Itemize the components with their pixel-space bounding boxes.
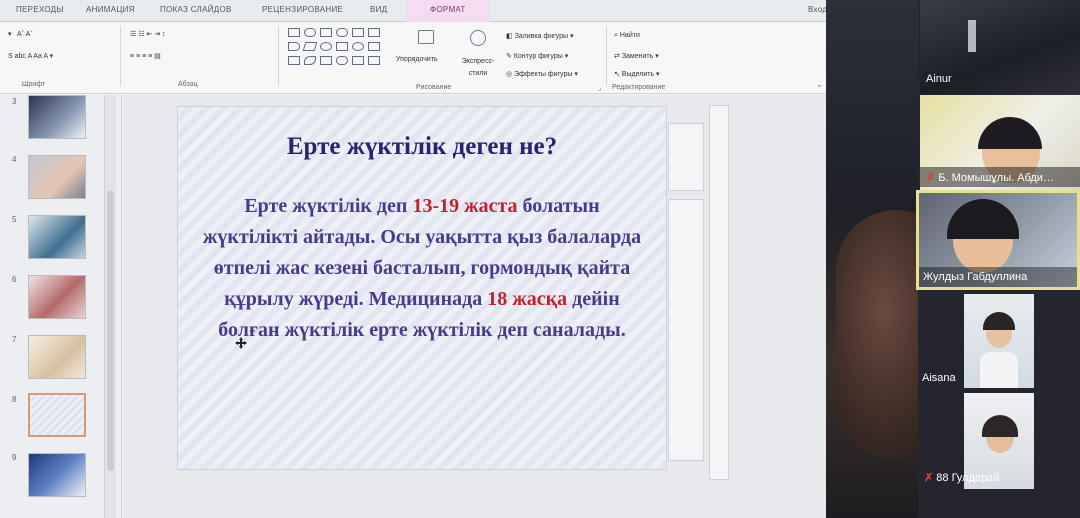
express-styles-icon — [470, 30, 486, 46]
slide-thumbnail[interactable] — [28, 453, 86, 497]
arrange-button[interactable]: Упорядочить — [396, 56, 438, 63]
font-size-box[interactable]: ▾ Aˆ Aˇ — [8, 30, 33, 38]
divider — [278, 26, 279, 86]
participant-name: Aisana — [922, 372, 956, 384]
replace-icon: ⇄ — [614, 53, 622, 60]
powerpoint-window: ПЕРЕХОДЫ АНИМАЦИЯ ПОКАЗ СЛАЙДОВ РЕЦЕНЗИР… — [0, 0, 840, 518]
divider — [606, 26, 607, 86]
shape-fill-button[interactable]: ◧ Заливка фигуры ▾ — [506, 32, 574, 40]
slide-number: 3 — [12, 97, 17, 106]
participant-hair — [947, 199, 1019, 239]
placeholder-box — [668, 199, 704, 461]
paint-bucket-icon: ◧ — [506, 33, 515, 40]
placeholder-box — [709, 105, 729, 480]
participant-name-row: ✗ 88 Гулдерай — [924, 472, 1000, 484]
video-call-panel: Ainur ✗ Б. Момышұлы. Абди… Жулдыз Габдул… — [916, 0, 1080, 518]
pencil-icon: ✎ — [506, 53, 514, 60]
window-light — [968, 20, 976, 52]
tab-review[interactable]: РЕЦЕНЗИРОВАНИЕ — [262, 5, 343, 14]
express-styles-button[interactable]: Экспресс-стили — [458, 56, 498, 80]
mic-off-icon: ✗ — [926, 172, 939, 184]
ribbon: ▾ Aˆ Aˇ S abc A Aa A ▾ Шрифт ☰ ☷ ⇤ ⇥ ↕ ≡… — [0, 22, 840, 94]
slide-thumbnail[interactable] — [28, 215, 86, 259]
slide-thumbnail[interactable] — [28, 95, 86, 139]
group-paragraph-label: Абзац — [178, 81, 198, 88]
shape-outline-button[interactable]: ✎ Контур фигуры ▾ — [506, 52, 568, 60]
placeholder-box — [668, 123, 704, 191]
participant-shirt — [980, 352, 1018, 388]
effects-icon: ◎ — [506, 71, 515, 78]
cursor-icon: ↖ — [614, 71, 622, 78]
tab-transitions[interactable]: ПЕРЕХОДЫ — [16, 5, 64, 14]
slide-number: 4 — [12, 155, 17, 164]
slide-number: 6 — [12, 275, 17, 284]
participant-tile-ainur[interactable]: Ainur — [920, 0, 1080, 95]
current-slide[interactable]: Ерте жүктілік деген не? Ерте жүктілік де… — [178, 107, 666, 469]
participant-tile-zhuldyz-active-speaker[interactable]: Жулдыз Габдуллина — [916, 190, 1080, 290]
dialog-launcher-icon[interactable]: ⌟ — [598, 84, 601, 92]
participant-name: Ainur — [926, 73, 952, 85]
slide-number: 7 — [12, 335, 17, 344]
tab-slideshow[interactable]: ПОКАЗ СЛАЙДОВ — [160, 5, 232, 14]
tab-animation[interactable]: АНИМАЦИЯ — [86, 5, 135, 14]
mic-off-icon: ✗ — [924, 472, 937, 484]
shape-effects-button[interactable]: ◎ Эффекты фигуры ▾ — [506, 70, 578, 78]
group-font-label: Шрифт — [22, 81, 46, 88]
align-buttons[interactable]: ≡ ≡ ≡ ≡ ▤ — [130, 52, 161, 60]
arrange-icon — [418, 30, 434, 44]
group-drawing-label: Рисование — [416, 84, 452, 91]
divider — [120, 26, 121, 86]
slide-body[interactable]: Ерте жүктілік деп 13-19 жаста болатын жү… — [198, 191, 646, 346]
participant-hair — [983, 312, 1015, 330]
participant-tile-aisana[interactable] — [964, 294, 1034, 388]
panel-scrollbar[interactable] — [104, 95, 116, 518]
slide-number: 9 — [12, 453, 17, 462]
slide-title[interactable]: Ерте жүктілік деген не? — [178, 133, 666, 161]
tab-format[interactable]: ФОРМАТ — [406, 0, 490, 22]
slide-canvas: Ерте жүктілік деген не? Ерте жүктілік де… — [123, 95, 840, 518]
slide-thumbnail[interactable] — [28, 335, 86, 379]
tab-view[interactable]: ВИД — [370, 5, 387, 14]
slide-number: 8 — [12, 395, 17, 404]
participant-hair — [982, 415, 1018, 437]
move-cursor-icon — [235, 337, 247, 349]
slide-number: 5 — [12, 215, 17, 224]
body-text: Ерте жүктілік деп — [244, 195, 413, 217]
participant-tile-momyshuly[interactable]: ✗ Б. Момышұлы. Абди… — [920, 95, 1080, 190]
background-photo-edge — [826, 0, 956, 518]
ribbon-tabs: ПЕРЕХОДЫ АНИМАЦИЯ ПОКАЗ СЛАЙДОВ РЕЦЕНЗИР… — [0, 0, 840, 22]
participant-name-row: ✗ Б. Момышұлы. Абди… — [926, 172, 1054, 184]
collapse-ribbon-icon[interactable]: ˆ — [818, 84, 821, 94]
group-editing-label: Редактирование — [612, 84, 666, 91]
font-format-row[interactable]: S abc A Aa A ▾ — [8, 52, 53, 60]
slide-thumbnail[interactable] — [28, 275, 86, 319]
participant-hair — [978, 117, 1042, 149]
tab-signin-cutoff[interactable]: Вход — [808, 5, 827, 14]
body-highlight: 13-19 жаста — [412, 195, 518, 217]
list-buttons[interactable]: ☰ ☷ ⇤ ⇥ ↕ — [130, 30, 166, 38]
slide-thumbnail[interactable] — [28, 155, 86, 199]
select-button[interactable]: ↖ Выделить ▾ — [614, 70, 660, 78]
replace-button[interactable]: ⇄ Заменить ▾ — [614, 52, 659, 60]
participant-name: Жулдыз Габдуллина — [923, 271, 1028, 283]
panel-scroll-thumb[interactable] — [107, 191, 114, 471]
slide-thumbnail-selected[interactable] — [28, 393, 86, 437]
find-button[interactable]: ⌕ Найти — [614, 32, 640, 40]
slides-panel: 3 4 5 6 7 8 9 — [0, 95, 122, 518]
body-highlight: 18 жасқа — [487, 288, 568, 310]
